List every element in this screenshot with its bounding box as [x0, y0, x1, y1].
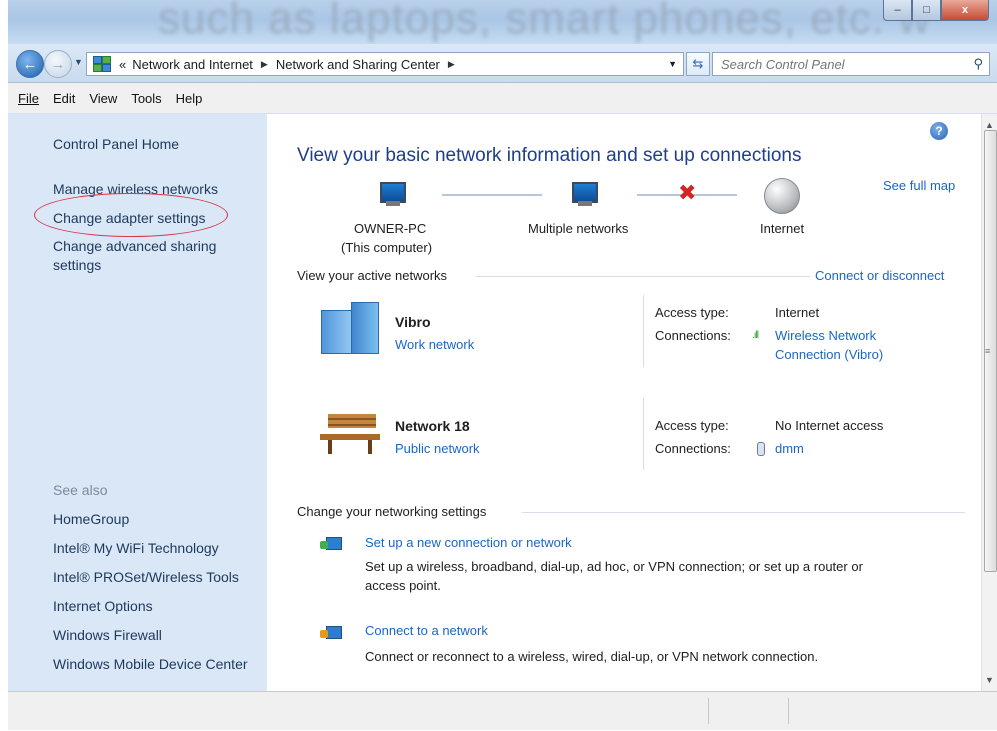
- close-button[interactable]: x: [941, 0, 989, 21]
- search-box[interactable]: ⚲: [712, 52, 990, 76]
- menu-help[interactable]: Help: [176, 91, 203, 106]
- homegroup-link[interactable]: HomeGroup: [53, 511, 129, 527]
- breadcrumb-sharing-center[interactable]: Network and Sharing Center: [276, 57, 440, 72]
- connections-label: Connections:: [655, 328, 731, 343]
- chevron-down-icon[interactable]: ▼: [668, 59, 677, 69]
- wireless-connection-link-cont[interactable]: Connection (Vibro): [775, 347, 883, 362]
- setup-new-connection-desc: Set up a wireless, broadband, dial-up, a…: [365, 559, 863, 574]
- access-type-value: No Internet access: [775, 418, 884, 433]
- map-internet: Internet: [760, 221, 805, 236]
- internet-globe-icon[interactable]: [764, 178, 800, 214]
- refresh-icon: ⇆: [692, 56, 704, 71]
- change-settings-heading: Change your networking settings: [297, 504, 487, 519]
- breadcrumb-overflow[interactable]: «: [119, 57, 126, 72]
- back-button[interactable]: ←: [16, 50, 44, 78]
- wireless-connection-link[interactable]: Wireless Network: [775, 328, 876, 343]
- breadcrumb-separator-icon[interactable]: ▶: [448, 59, 455, 70]
- scroll-grip-icon: ≡: [985, 346, 991, 356]
- network-type-link[interactable]: Work network: [395, 337, 474, 352]
- network-name: Network 18: [395, 418, 470, 434]
- internet-options-link[interactable]: Internet Options: [53, 598, 153, 614]
- page-title: View your basic network information and …: [297, 145, 802, 166]
- scroll-up-icon[interactable]: ▲: [985, 120, 994, 130]
- see-also-label: See also: [53, 482, 108, 498]
- address-bar[interactable]: « Network and Internet ▶ Network and Sha…: [86, 52, 684, 76]
- menu-file[interactable]: File: [18, 91, 39, 106]
- section-rule: [522, 512, 965, 513]
- intel-wifi-link[interactable]: Intel® My WiFi Technology: [53, 540, 219, 556]
- breadcrumb-separator-icon[interactable]: ▶: [261, 59, 268, 70]
- vertical-scrollbar[interactable]: ▲ ≡ ▼: [981, 114, 997, 691]
- recent-pages-dropdown[interactable]: ▼: [74, 57, 83, 67]
- access-type-value: Internet: [775, 305, 820, 320]
- setup-new-connection-desc-cont: access point.: [365, 578, 441, 593]
- arrow-left-icon: ←: [22, 55, 38, 73]
- map-connection-line: [442, 194, 542, 196]
- mobile-device-center-link[interactable]: Windows Mobile Device Center: [53, 656, 248, 672]
- usb-modem-icon: [757, 442, 765, 456]
- connections-label: Connections:: [655, 441, 731, 456]
- access-type-label: Access type:: [655, 305, 729, 320]
- menu-edit[interactable]: Edit: [53, 91, 75, 106]
- dmm-connection-link[interactable]: dmm: [775, 441, 804, 456]
- title-bar: such as laptops, smart phones, etc. w – …: [8, 0, 997, 44]
- vertical-divider: [643, 295, 644, 367]
- network-icon[interactable]: [566, 180, 600, 210]
- work-network-icon[interactable]: [321, 302, 383, 354]
- help-icon[interactable]: ?: [930, 122, 948, 140]
- search-icon[interactable]: ⚲: [973, 56, 983, 72]
- arrow-right-icon: →: [50, 55, 66, 73]
- disconnected-x-icon: ✖: [678, 180, 697, 205]
- windows-firewall-link[interactable]: Windows Firewall: [53, 627, 162, 643]
- intel-proset-link[interactable]: Intel® PROSet/Wireless Tools: [53, 569, 239, 585]
- active-networks-heading: View your active networks: [297, 268, 448, 283]
- maximize-button[interactable]: □: [912, 0, 941, 21]
- map-multiple-networks: Multiple networks: [528, 221, 629, 236]
- change-advanced-sharing-link[interactable]: Change advanced sharing: [53, 238, 216, 254]
- connect-network-icon[interactable]: [320, 624, 342, 642]
- section-rule: [476, 276, 810, 277]
- navigation-bar: ← → ▼ « Network and Internet ▶ Network a…: [8, 44, 997, 83]
- search-input[interactable]: [719, 55, 963, 73]
- new-connection-icon[interactable]: [320, 535, 342, 553]
- public-network-bench-icon[interactable]: [320, 412, 382, 456]
- control-panel-icon: [93, 56, 113, 72]
- connect-disconnect-link[interactable]: Connect or disconnect: [815, 268, 944, 283]
- minimize-button[interactable]: –: [883, 0, 912, 21]
- refresh-button[interactable]: ⇆: [686, 52, 710, 76]
- menu-bar: File Edit View Tools Help: [8, 83, 997, 114]
- chevron-down-icon: ▼: [74, 57, 83, 67]
- status-bar: [8, 691, 997, 730]
- change-advanced-sharing-link-cont[interactable]: settings: [53, 257, 101, 273]
- control-panel-window: such as laptops, smart phones, etc. w – …: [8, 0, 997, 731]
- network-name: Vibro: [395, 314, 431, 330]
- connect-to-network-desc: Connect or reconnect to a wireless, wire…: [365, 649, 819, 664]
- breadcrumb-network-internet[interactable]: Network and Internet: [132, 57, 253, 72]
- control-panel-home-link[interactable]: Control Panel Home: [53, 136, 179, 152]
- access-type-label: Access type:: [655, 418, 729, 433]
- background-blurred-text: such as laptops, smart phones, etc. w: [158, 0, 932, 43]
- connect-to-network-link[interactable]: Connect to a network: [365, 623, 488, 638]
- menu-view[interactable]: View: [89, 91, 117, 106]
- forward-button[interactable]: →: [44, 50, 72, 78]
- menu-tools[interactable]: Tools: [131, 91, 161, 106]
- computer-icon[interactable]: [374, 180, 408, 210]
- scroll-down-icon[interactable]: ▼: [985, 675, 994, 685]
- status-divider: [788, 698, 789, 724]
- wireless-signal-icon: .ıll: [752, 330, 759, 341]
- red-annotation-ellipse: [34, 193, 228, 237]
- status-divider: [708, 698, 709, 724]
- map-computer-sub: (This computer): [341, 240, 433, 255]
- see-full-map-link[interactable]: See full map: [883, 178, 955, 193]
- vertical-divider: [643, 398, 644, 470]
- map-computer-name: OWNER-PC: [354, 221, 427, 236]
- setup-new-connection-link[interactable]: Set up a new connection or network: [365, 535, 572, 550]
- window-controls: – □ x: [883, 0, 989, 21]
- network-type-link[interactable]: Public network: [395, 441, 480, 456]
